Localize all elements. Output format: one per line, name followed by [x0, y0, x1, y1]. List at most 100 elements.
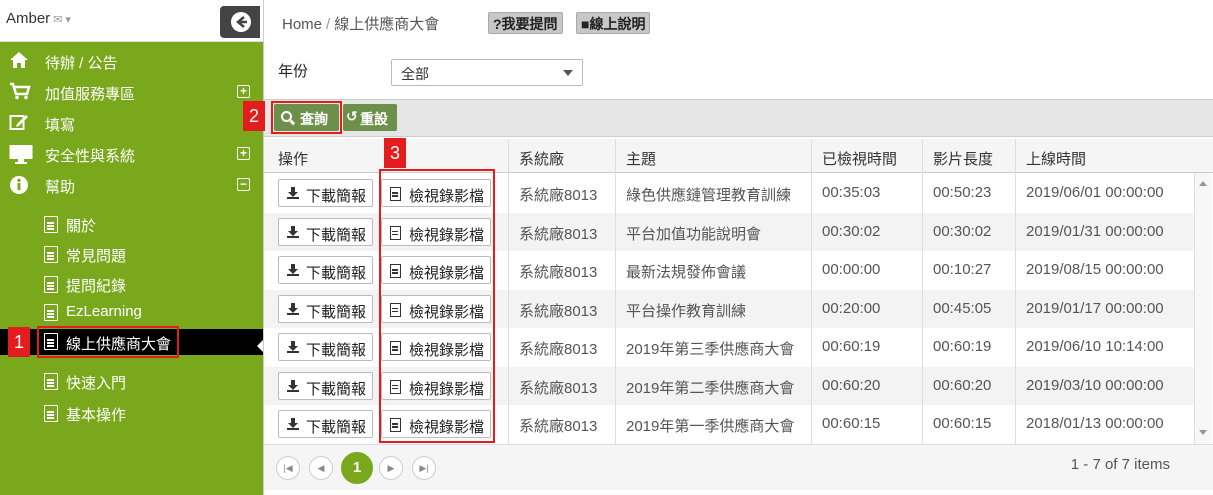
callout-2: 2	[243, 101, 265, 131]
cell-topic: 綠色供應鏈管理教育訓練	[626, 187, 792, 204]
sidebar-subitem-label: 關於	[66, 218, 97, 235]
expand-icon[interactable]: +	[237, 147, 250, 160]
header-system[interactable]: 系統廠	[519, 148, 564, 169]
toolbar	[264, 99, 1213, 137]
cell-watched: 00:60:20	[822, 376, 881, 394]
cell-watched: 00:00:00	[822, 261, 881, 278]
caret-down-icon	[563, 70, 573, 76]
cell-topic: 最新法規發佈會議	[626, 264, 747, 281]
user-menu[interactable]: Amber ✉ ▾	[6, 10, 71, 27]
cell-watched: 00:35:03	[822, 184, 881, 201]
sidebar-subitem-quick-start[interactable]: 快速入門	[0, 367, 263, 397]
sidebar-item-label: 加值服務專區	[45, 86, 136, 103]
document-icon	[44, 216, 58, 233]
cell-system: 系統廠8013	[519, 225, 598, 243]
download-icon	[287, 418, 299, 430]
download-slides-button[interactable]: 下載簡報	[278, 179, 373, 207]
cell-length: 00:50:23	[933, 184, 992, 201]
pager: |◀ ◀ 1 ▶ ▶| 1 - 7 of 7 items	[264, 444, 1213, 490]
cell-length: 00:60:15	[933, 415, 992, 432]
sidebar-subitem-about[interactable]: 關於	[0, 210, 263, 240]
arrow-left-icon	[231, 12, 251, 32]
prev-page-button[interactable]: ◀	[309, 456, 333, 480]
download-icon	[287, 302, 299, 315]
document-icon	[44, 304, 58, 321]
expand-icon[interactable]: +	[237, 85, 250, 98]
download-slides-button[interactable]: 下載簡報	[278, 333, 373, 361]
breadcrumb-home[interactable]: Home	[282, 16, 322, 33]
header-watched[interactable]: 已檢視時間	[822, 148, 897, 169]
document-icon	[44, 373, 58, 390]
sidebar-subitem-label: 常見問題	[66, 248, 127, 265]
current-page-button[interactable]: 1	[341, 452, 373, 484]
document-icon	[44, 405, 58, 422]
download-slides-button[interactable]: 下載簡報	[278, 371, 373, 400]
sidebar-subitem-label: 提問紀錄	[66, 278, 127, 295]
breadcrumb-separator: /	[326, 16, 331, 33]
download-slides-label: 下載簡報	[306, 342, 367, 359]
home-icon	[9, 51, 31, 71]
cell-online: 2019/06/10 10:14:00	[1026, 338, 1164, 355]
cell-system: 系統廠8013	[519, 341, 598, 358]
download-icon	[287, 225, 299, 238]
cell-length: 00:60:20	[933, 376, 992, 394]
last-page-button[interactable]: ▶|	[412, 456, 436, 480]
download-icon	[287, 187, 299, 199]
sidebar-subitem-label: 基本操作	[66, 407, 127, 424]
first-page-button[interactable]: |◀	[276, 456, 300, 480]
cell-topic: 平台加值功能說明會	[626, 225, 762, 243]
sidebar-item-label: 幫助	[45, 179, 76, 196]
collapse-icon[interactable]: −	[237, 178, 250, 191]
user-name: Amber	[6, 10, 51, 27]
cell-watched: 00:30:02	[822, 222, 881, 240]
sidebar-header: Amber ✉ ▾	[0, 0, 263, 42]
header-topic[interactable]: 主題	[626, 148, 656, 169]
highlight-box-2	[271, 101, 342, 134]
reset-button[interactable]: ↺ 重設	[343, 104, 397, 131]
collapse-sidebar-button[interactable]	[220, 6, 260, 38]
header-length[interactable]: 影片長度	[933, 148, 993, 169]
scroll-up-icon[interactable]	[1199, 181, 1207, 186]
download-icon	[287, 379, 299, 392]
sidebar-item-label: 待辦 / 公告	[45, 55, 118, 72]
header-online[interactable]: 上線時間	[1026, 148, 1086, 169]
scroll-down-icon[interactable]	[1199, 430, 1207, 435]
next-page-button[interactable]: ▶	[379, 456, 403, 480]
highlight-box-1	[37, 326, 179, 358]
download-slides-button[interactable]: 下載簡報	[278, 256, 373, 284]
download-slides-button[interactable]: 下載簡報	[278, 294, 373, 323]
sidebar-item-value-added[interactable]: 加值服務專區 +	[0, 78, 263, 108]
sidebar-subitem-basic-operation[interactable]: 基本操作	[0, 399, 263, 429]
edit-icon	[9, 113, 31, 133]
ask-question-button[interactable]: ?我要提問	[488, 12, 563, 34]
cell-watched: 00:60:15	[822, 415, 881, 432]
download-slides-label: 下載簡報	[306, 303, 367, 321]
sidebar-subitem-ezlearning[interactable]: EzLearning	[0, 298, 263, 328]
year-select[interactable]: 全部	[391, 59, 583, 86]
mail-icon: ✉	[53, 14, 63, 26]
header-action[interactable]: 操作	[278, 148, 308, 169]
cell-length: 00:60:19	[933, 338, 992, 355]
download-slides-button[interactable]: 下載簡報	[278, 410, 373, 438]
sidebar-item-todo[interactable]: 待辦 / 公告	[0, 47, 263, 77]
column-divider	[1015, 139, 1016, 444]
download-slides-label: 下載簡報	[306, 380, 367, 398]
column-divider	[508, 139, 509, 444]
download-slides-label: 下載簡報	[306, 188, 367, 205]
sidebar-item-help[interactable]: 幫助 −	[0, 171, 263, 201]
sidebar-subitem-label: 快速入門	[66, 375, 127, 392]
sidebar-item-fill[interactable]: 填寫	[0, 109, 263, 139]
sidebar-item-label: 安全性與系統	[45, 148, 136, 165]
cell-online: 2019/01/31 00:00:00	[1026, 222, 1164, 240]
cell-online: 2019/06/01 00:00:00	[1026, 184, 1164, 201]
callout-3: 3	[384, 138, 406, 168]
sidebar-item-security[interactable]: 安全性與系統 +	[0, 140, 263, 170]
sidebar-subitem-question-log[interactable]: 提問紀錄	[0, 270, 263, 300]
refresh-icon: ↺	[346, 108, 358, 124]
download-slides-button[interactable]: 下載簡報	[278, 217, 373, 246]
online-help-button[interactable]: ■線上說明	[576, 12, 651, 34]
cell-system: 系統廠8013	[519, 264, 598, 281]
sidebar-subitem-faq[interactable]: 常見問題	[0, 240, 263, 270]
table-scrollbar[interactable]	[1194, 173, 1212, 444]
column-divider	[811, 139, 812, 444]
